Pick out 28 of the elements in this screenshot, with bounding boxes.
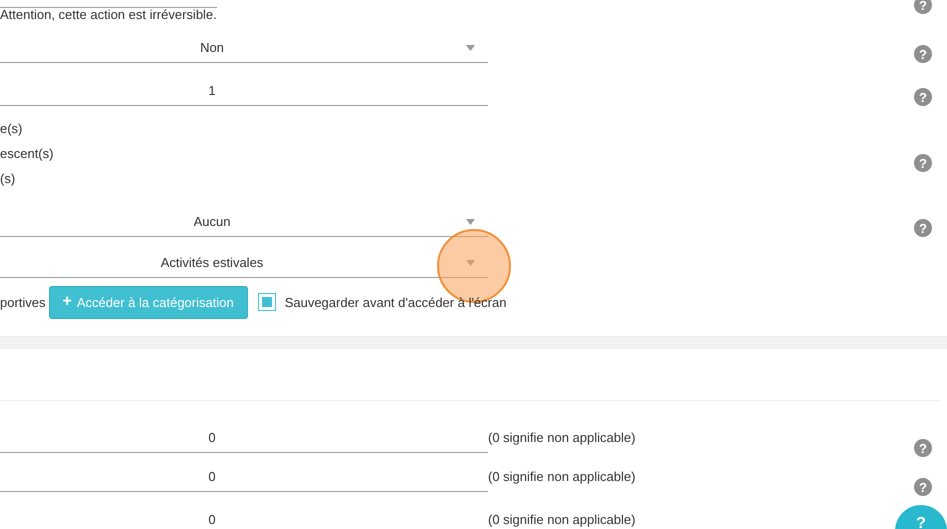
hint-text: (0 signifie non applicable) [488, 512, 636, 527]
input-field[interactable]: 0 [0, 423, 488, 453]
help-icon[interactable]: ? [914, 154, 932, 172]
select-field[interactable]: Activités estivales [0, 248, 488, 278]
categorize-button[interactable]: + Accéder à la catégorisation [48, 286, 248, 318]
select-field[interactable]: Non [0, 33, 488, 63]
help-button[interactable]: ? [895, 505, 947, 529]
hint-text: (0 signifie non applicable) [488, 430, 636, 445]
hint-text: (0 signifie non applicable) [488, 469, 636, 484]
help-icon[interactable]: ? [914, 0, 932, 14]
option-label: e(s) [0, 120, 24, 136]
help-icon[interactable]: ? [914, 88, 932, 106]
help-icon[interactable]: ? [914, 45, 932, 63]
input-field[interactable]: 1 [0, 76, 488, 106]
help-icon[interactable]: ? [914, 219, 932, 237]
select-field[interactable]: Aucun [0, 207, 488, 237]
caret-icon [466, 218, 475, 224]
caret-icon [466, 260, 475, 266]
caret-icon [466, 44, 475, 50]
option-label: (s) [0, 170, 16, 186]
warning-text: Attention, cette action est irréversible. [0, 6, 217, 22]
checkbox[interactable] [258, 293, 276, 311]
help-icon[interactable]: ? [914, 439, 932, 457]
help-icon[interactable]: ? [914, 478, 932, 496]
input-field[interactable]: 0 [0, 462, 488, 492]
input-field[interactable]: 0 [0, 505, 488, 529]
field-label: portives [0, 294, 46, 310]
option-label: escent(s) [0, 146, 54, 160]
